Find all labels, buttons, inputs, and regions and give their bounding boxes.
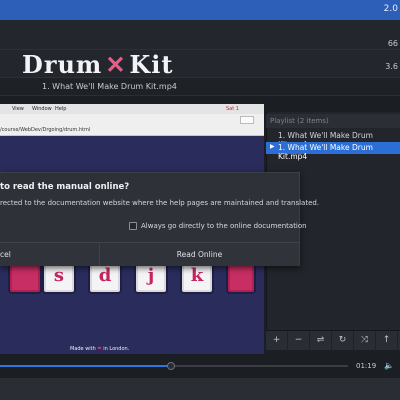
info-row-value: 3.6 bbox=[385, 62, 398, 71]
drum-pad-j: j bbox=[136, 262, 166, 292]
read-online-button[interactable]: Read Online bbox=[100, 243, 299, 266]
volume-icon[interactable]: 🔈 bbox=[384, 361, 394, 370]
video-menu-item: Help bbox=[55, 106, 67, 112]
playback-time: 01:19 bbox=[356, 362, 377, 370]
drum-pad-letter: s bbox=[53, 265, 65, 286]
heading-kit: Kit bbox=[129, 50, 174, 79]
playlist-item-label: 1. What We'll Make Drum Kit.mp4 bbox=[278, 143, 373, 161]
dialog-message: rected to the documentation website wher… bbox=[0, 199, 320, 207]
video-menu-item: Window bbox=[32, 106, 52, 112]
play-indicator-icon: ▶ bbox=[270, 143, 275, 150]
drum-pad-l bbox=[228, 262, 254, 292]
drum-pad-letter: d bbox=[98, 265, 112, 286]
video-url: /course/WebDev/Drgoing/drum.html bbox=[0, 127, 91, 133]
add-icon[interactable]: + bbox=[266, 331, 288, 351]
top-status-value: 2.0 bbox=[383, 4, 398, 14]
read-online-button-label: Read Online bbox=[176, 250, 223, 259]
shuffle-icon[interactable]: ⤨ bbox=[354, 331, 376, 351]
video-browser-addressbar: /course/WebDev/Drgoing/drum.html bbox=[0, 114, 264, 136]
top-status-bar: 2.0 bbox=[0, 0, 400, 20]
video-menubar-clock: Sat 1 bbox=[226, 106, 239, 112]
dialog-title: to read the manual online? bbox=[0, 182, 130, 192]
credit-prefix: Made with bbox=[70, 346, 96, 352]
video-browser-menubar: View Window Help Sat 1 bbox=[0, 104, 264, 114]
video-credit: Made with ❤ in London. bbox=[70, 346, 129, 352]
move-up-icon[interactable]: ↑ bbox=[376, 331, 398, 351]
drumsticks-icon: ✕ bbox=[105, 50, 127, 79]
seek-slider-fill bbox=[0, 365, 171, 367]
info-row: 66 bbox=[0, 20, 400, 50]
repeat-icon[interactable]: ↻ bbox=[332, 331, 354, 351]
video-menu-item: View bbox=[12, 106, 24, 112]
heart-icon: ❤ bbox=[97, 346, 102, 352]
playlist-header: Playlist (2 items) bbox=[266, 114, 400, 128]
playlist-item-playing[interactable]: ▶ 1. What We'll Make Drum Kit.mp4 bbox=[266, 142, 400, 161]
drum-pad-s: s bbox=[44, 262, 74, 292]
seek-slider-handle[interactable] bbox=[166, 362, 175, 370]
media-title: 1. What We'll Make Drum Kit.mp4 bbox=[42, 82, 177, 91]
drum-pad-letter: j bbox=[147, 265, 155, 286]
drum-pad-k: k bbox=[182, 262, 212, 292]
drum-pad-d: d bbox=[90, 262, 120, 292]
drum-kit-heading: Drum ✕ Kit bbox=[22, 50, 173, 79]
sort-icon[interactable]: ⇌ bbox=[310, 331, 332, 351]
cancel-button[interactable]: cel bbox=[0, 243, 100, 266]
remove-icon[interactable]: − bbox=[288, 331, 310, 351]
cancel-button-label: cel bbox=[0, 250, 11, 259]
playlist-toolbar: + − ⇌ ↻ ⤨ ↑ bbox=[266, 330, 400, 351]
heading-drum: Drum bbox=[22, 50, 103, 79]
playlist-title: Playlist (2 items) bbox=[270, 117, 329, 125]
playlist-item[interactable]: 1. What We'll Make Drum Kit.mp4 bbox=[266, 130, 400, 149]
drum-pad-letter: k bbox=[190, 265, 204, 286]
always-online-checkbox[interactable] bbox=[129, 222, 137, 230]
media-title-bar: 1. What We'll Make Drum Kit.mp4 bbox=[0, 78, 400, 96]
drum-pad-a bbox=[10, 262, 40, 292]
credit-suffix: in London. bbox=[103, 346, 130, 352]
bottom-panel bbox=[0, 378, 400, 400]
always-online-checkbox-label[interactable]: Always go directly to the online documen… bbox=[141, 222, 307, 230]
info-row-value: 66 bbox=[387, 39, 398, 48]
video-browser-tab bbox=[240, 116, 254, 124]
